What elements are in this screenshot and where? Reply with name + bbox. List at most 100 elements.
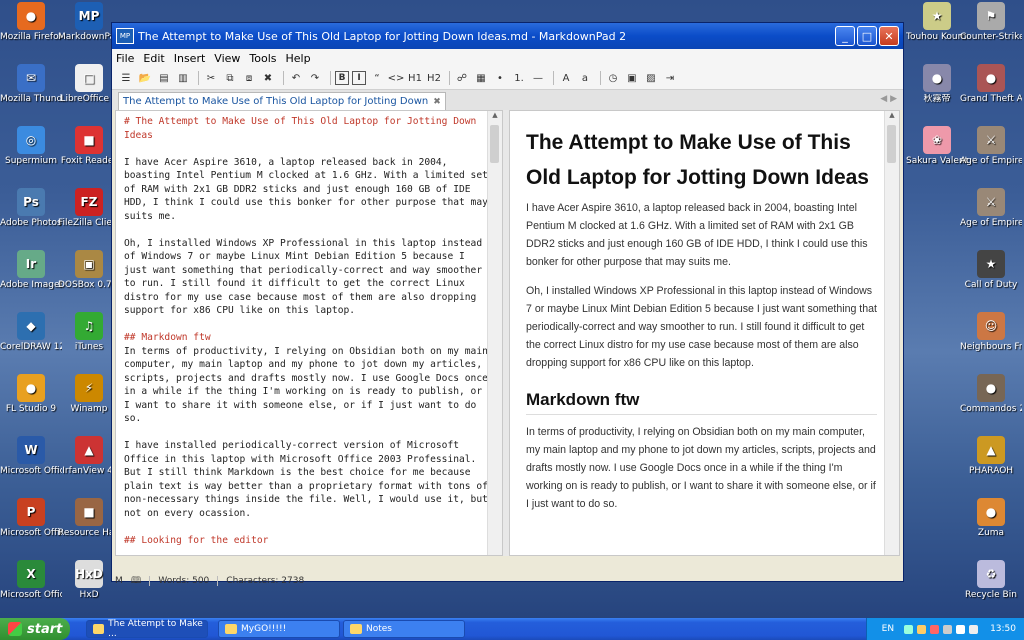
desktop-icon-label: Adobe ImageRea... [0, 280, 62, 290]
desktop-icon[interactable]: ♻ Recycle Bin [960, 560, 1022, 600]
desktop-icon[interactable]: ❀ Sakura Valentin... [906, 126, 968, 166]
desktop-icon-label: HxD [79, 590, 99, 600]
title-bar[interactable]: MP The Attempt to Make Use of This Old L… [112, 23, 903, 49]
desktop-icon[interactable]: ◎ Supermium [0, 126, 62, 166]
link-icon[interactable]: ☍ [454, 70, 470, 86]
save-all-icon[interactable]: ▥ [175, 70, 191, 86]
menu-file[interactable]: File [116, 52, 134, 65]
start-button[interactable]: start [0, 618, 70, 640]
quote-icon[interactable]: “ [369, 70, 385, 86]
numbered-list-icon[interactable]: 1. [511, 70, 527, 86]
markdown-editor[interactable]: # The Attempt to Make Use of This Old La… [115, 110, 503, 556]
maximize-button[interactable]: □ [857, 26, 877, 46]
menu-help[interactable]: Help [286, 52, 311, 65]
bullet-list-icon[interactable]: • [492, 70, 508, 86]
document-tab[interactable]: The Attempt to Make Use of This Old Lapt… [118, 92, 446, 110]
document-tab-label: The Attempt to Make Use of This Old Lapt… [123, 96, 429, 107]
copy-icon[interactable]: ⧉ [222, 70, 238, 86]
app-icon: ● [17, 2, 45, 30]
redo-icon[interactable]: ↷ [307, 70, 323, 86]
windows-logo-icon [8, 622, 22, 636]
delete-icon[interactable]: ✖ [260, 70, 276, 86]
undo-icon[interactable]: ↶ [288, 70, 304, 86]
desktop-icon[interactable]: ★ Touhou Koumakyo ... [906, 2, 968, 42]
desktop-icon[interactable]: Ps Adobe Photoshop 7.0 [0, 188, 62, 228]
html-preview[interactable]: The Attempt to Make Use of This Old Lapt… [509, 110, 900, 556]
scroll-thumb[interactable] [887, 125, 896, 163]
tray-icon[interactable] [930, 624, 940, 634]
save-icon[interactable]: ▤ [156, 70, 172, 86]
horizontal-rule-icon[interactable]: — [530, 70, 546, 86]
export-icon[interactable]: ⇥ [662, 70, 678, 86]
desktop-icon[interactable]: ✉ Mozilla Thunderbird [0, 64, 62, 104]
open-icon[interactable]: 📂 [137, 70, 153, 86]
tray-icon[interactable] [943, 624, 953, 634]
cut-icon[interactable]: ✂ [203, 70, 219, 86]
desktop-icon[interactable]: W Microsoft Office W... [0, 436, 62, 476]
taskbar-button[interactable]: Notes [343, 620, 465, 638]
taskbar-button[interactable]: MyGO!!!!! [218, 620, 340, 638]
paste-icon[interactable]: ⧈ [241, 70, 257, 86]
desktop-icon[interactable]: ● Commandos 2 - Men of C... [960, 374, 1022, 414]
desktop-icon-label: Recycle Bin [965, 590, 1017, 600]
scroll-thumb[interactable] [490, 125, 499, 163]
clock[interactable]: 13:50 [990, 624, 1016, 634]
markdown-mode-icon[interactable]: M [115, 576, 123, 586]
tray-icon[interactable] [917, 624, 927, 634]
italic-icon[interactable]: I [352, 71, 366, 85]
scroll-up-arrow[interactable]: ▲ [488, 111, 502, 123]
language-indicator[interactable]: EN [882, 624, 894, 634]
taskbar-button-label: Notes [366, 624, 392, 634]
editor-text[interactable]: # The Attempt to Make Use of This Old La… [116, 111, 502, 547]
lowercase-icon[interactable]: a [577, 70, 593, 86]
desktop-icon-label: Counter-Strike [960, 32, 1022, 42]
menu-tools[interactable]: Tools [249, 52, 276, 65]
close-button[interactable]: ✕ [879, 26, 899, 46]
preview-icon[interactable]: ▣ [624, 70, 640, 86]
timestamp-icon[interactable]: ◷ [605, 70, 621, 86]
bold-icon[interactable]: B [335, 71, 349, 85]
desktop-icon[interactable]: P Microsoft Office P... [0, 498, 62, 538]
preview-scrollbar[interactable]: ▲ [884, 111, 899, 555]
desktop-icon[interactable]: ⚔ Age of Empires - R... [960, 126, 1022, 166]
desktop-icon[interactable]: ⚑ Counter-Strike [960, 2, 1022, 42]
h1-icon[interactable]: H1 [407, 70, 423, 86]
desktop-icon[interactable]: ★ Call of Duty [960, 250, 1022, 290]
menu-view[interactable]: View [214, 52, 240, 65]
desktop-icon[interactable]: ☺ Neighbours From Hell [960, 312, 1022, 352]
speaker-icon[interactable] [969, 624, 979, 634]
app-icon: ☺ [977, 312, 1005, 340]
taskbar-button[interactable]: The Attempt to Make ... [86, 619, 208, 639]
uppercase-icon[interactable]: A [558, 70, 574, 86]
desktop-icon[interactable]: ● FL Studio 9 [0, 374, 62, 414]
tray-icon[interactable] [956, 624, 966, 634]
desktop-icon[interactable]: ◆ CorelDRAW 12 [0, 312, 62, 352]
close-tab-icon[interactable]: ✖ [433, 97, 441, 107]
desktop-icon-label: Call of Duty [964, 280, 1018, 290]
desktop-icon[interactable]: ● 秋霧帝 [906, 64, 968, 104]
desktop-icon[interactable]: ▲ PHARAOH [960, 436, 1022, 476]
desktop-icon[interactable]: ⚔ Age of Empires... [960, 188, 1022, 228]
code-icon[interactable]: <> [388, 70, 405, 86]
live-preview-icon[interactable]: ▨ [643, 70, 659, 86]
app-icon: ● [977, 498, 1005, 526]
scroll-up-arrow[interactable]: ▲ [885, 111, 899, 123]
tab-scroll-arrows[interactable]: ◀ ▶ [880, 94, 897, 104]
tray-icon[interactable] [904, 624, 914, 634]
menu-edit[interactable]: Edit [143, 52, 164, 65]
desktop-icon[interactable]: ● Mozilla Firefox [0, 2, 62, 42]
desktop-icon[interactable]: ● Grand Theft Auto San... [960, 64, 1022, 104]
image-icon[interactable]: ▦ [473, 70, 489, 86]
desktop-icon-label: Microsoft Office W... [0, 466, 62, 476]
new-icon[interactable]: ☰ [118, 70, 134, 86]
desktop-icon-label: Age of Empires - R... [960, 156, 1022, 166]
book-icon[interactable]: 🕮 [131, 573, 142, 589]
markdown-heading-line: # The Attempt to Make Use of This Old La… [124, 116, 483, 141]
minimize-button[interactable]: _ [835, 26, 855, 46]
desktop-icon[interactable]: ● Zuma [960, 498, 1022, 538]
h2-icon[interactable]: H2 [426, 70, 442, 86]
editor-scrollbar[interactable]: ▲ [487, 111, 502, 555]
desktop-icon[interactable]: X Microsoft Office Ex... [0, 560, 62, 600]
desktop-icon[interactable]: Ir Adobe ImageRea... [0, 250, 62, 290]
menu-insert[interactable]: Insert [174, 52, 206, 65]
